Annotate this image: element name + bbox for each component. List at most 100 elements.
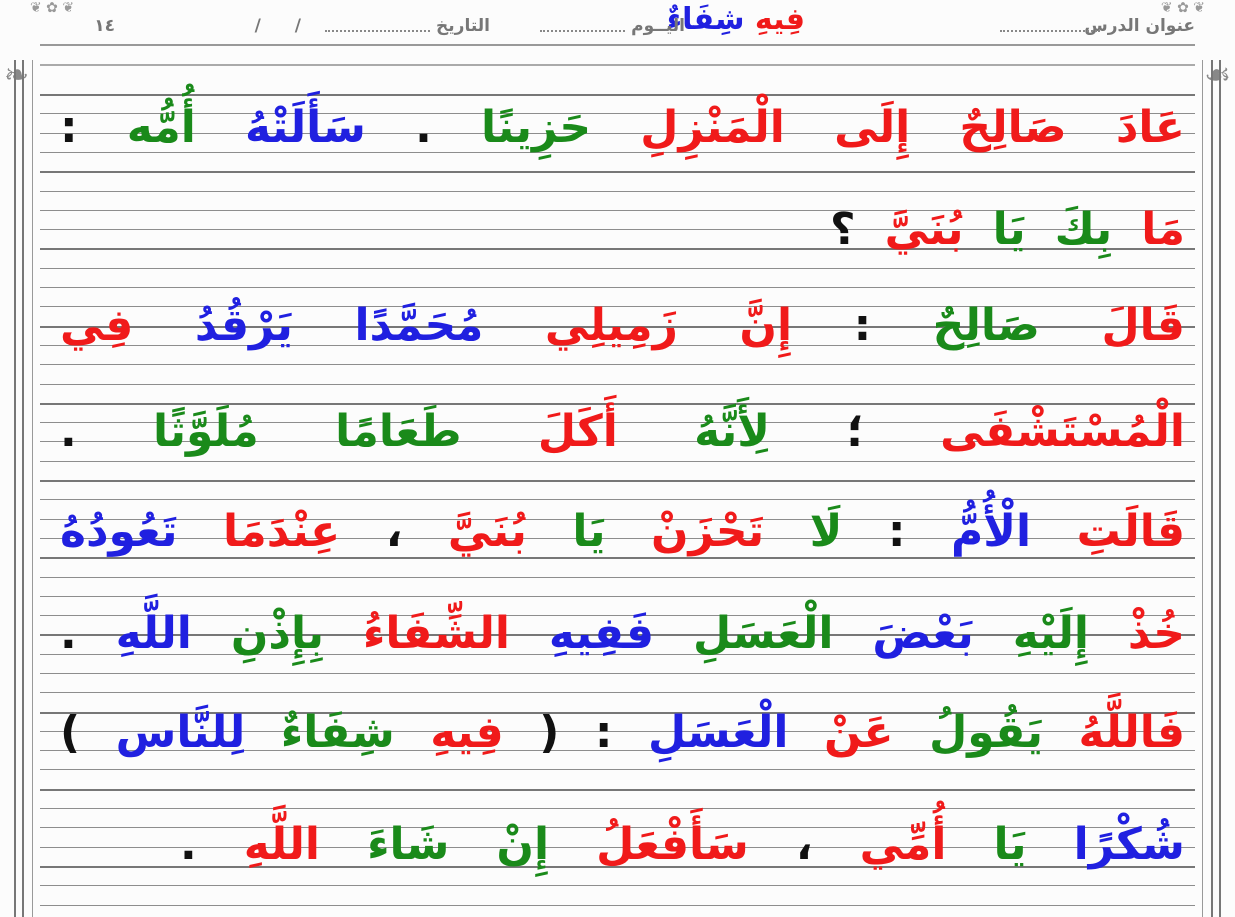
- word: اللَّهِ: [243, 819, 321, 870]
- ruled-line: [40, 287, 1195, 288]
- word: فِي: [60, 300, 134, 351]
- word: ،: [795, 819, 813, 870]
- word: .: [60, 406, 77, 457]
- word: فَاللَّهُ: [1078, 707, 1186, 758]
- ruled-line: [40, 384, 1195, 385]
- word: الْعَسَلِ: [647, 707, 789, 758]
- lesson-title: فِيهِ شِفَاءٌ: [667, 2, 805, 37]
- word: يَا: [993, 819, 1027, 870]
- ruled-line: [40, 885, 1195, 886]
- word: :: [60, 102, 78, 153]
- word: مُلَوَّثًا: [152, 406, 259, 457]
- word: لِلنَّاس: [115, 707, 246, 758]
- word: شَاءَ: [367, 819, 450, 870]
- worksheet-header: عنوان الدرس فِيهِ شِفَاءٌ اليــوم التاري…: [40, 2, 1195, 44]
- word: الشِّفَاءُ: [362, 608, 510, 659]
- word: .: [180, 819, 197, 870]
- text-line: قَالَتِ الْأُمُّ : لَا تَحْزَنْ يَا بُنَ…: [60, 502, 1185, 562]
- word: لَا: [809, 506, 843, 557]
- word: إِلَى: [834, 102, 911, 153]
- word: (: [539, 707, 560, 758]
- word: شُكْرًا: [1073, 819, 1185, 870]
- word: ): [60, 707, 81, 758]
- word: صَالِحٌ: [959, 102, 1067, 153]
- text-line: مَا بِكَ يَا بُنَيَّ ؟: [830, 200, 1185, 260]
- ruled-line: [40, 905, 1195, 906]
- ruled-line: [40, 499, 1195, 500]
- corner-ornament-right: ☙: [1204, 58, 1231, 93]
- word: عَنْ: [823, 707, 894, 758]
- word: خُذْ: [1127, 608, 1185, 659]
- word: أُمُّه: [126, 102, 196, 153]
- word: زَمِيلِي: [544, 300, 678, 351]
- corner-ornament-left: ❧: [4, 58, 30, 93]
- word: الْمَنْزِلِ: [640, 102, 785, 153]
- worksheet-page: ❦ ✿ ❦ ❦ ✿ ❦ عنوان الدرس فِيهِ شِفَاءٌ ال…: [0, 0, 1235, 917]
- date-value: / /: [254, 16, 315, 36]
- day-label: اليــوم: [631, 16, 685, 36]
- lesson-title-label: عنوان الدرس: [1084, 16, 1195, 36]
- frame-right-inner-rule: [1202, 60, 1203, 917]
- word: ؟: [830, 204, 856, 255]
- word: .: [415, 102, 432, 153]
- text-line: شُكْرًا يَا أُمِّي ، سَأَفْعَلُ إِنْ شَا…: [180, 815, 1185, 875]
- ruled-line: [40, 596, 1195, 597]
- date-dotted-line: [325, 30, 430, 32]
- ruled-line: [40, 769, 1195, 770]
- frame-left-border: [14, 60, 24, 917]
- word: صَالِحٌ: [932, 300, 1040, 351]
- year-value: ١٤: [94, 16, 115, 36]
- frame-left-inner-rule: [32, 60, 33, 917]
- text-line: الْمُسْتَشْفَى ؛ لِأَنَّهُ أَكَلَ طَعَام…: [60, 402, 1185, 462]
- word: .: [60, 608, 77, 659]
- ruled-line: [40, 191, 1195, 192]
- word: ؛: [846, 406, 864, 457]
- word: الْعَسَلِ: [692, 608, 834, 659]
- word: عِنْدَمَا: [223, 506, 341, 557]
- text-line: خُذْ إِلَيْهِ بَعْضَ الْعَسَلِ فَفِيهِ ا…: [60, 604, 1185, 664]
- word: مَا: [1141, 204, 1185, 255]
- word: قَالَتِ: [1076, 506, 1186, 557]
- word: فَفِيهِ: [548, 608, 655, 659]
- word: إِنَّ: [739, 300, 793, 351]
- word: يَا: [992, 204, 1026, 255]
- word: طَعَامًا: [335, 406, 462, 457]
- word: بُنَيَّ: [884, 204, 964, 255]
- word: قَالَ: [1101, 300, 1185, 351]
- ruled-line: [40, 480, 1195, 482]
- ruled-line: [40, 673, 1195, 674]
- header-divider: [40, 44, 1195, 46]
- word: بَعْضَ: [872, 608, 974, 659]
- date-label: التاريخ: [436, 16, 490, 36]
- ruled-line: [40, 94, 1195, 96]
- word: لِأَنَّهُ: [694, 406, 771, 457]
- word: حَزِينًا: [481, 102, 592, 153]
- text-line: فَاللَّهُ يَقُولُ عَنْ الْعَسَلِ : ( فِي…: [60, 703, 1185, 763]
- word: بُنَيَّ: [447, 506, 527, 557]
- word: مُحَمَّدًا: [354, 300, 484, 351]
- word: إِلَيْهِ: [1012, 608, 1089, 659]
- word: فِيهِ: [430, 707, 504, 758]
- word: أَكَلَ: [537, 406, 618, 457]
- word: يَقُولُ: [929, 707, 1044, 758]
- word: بِكَ: [1054, 204, 1113, 255]
- word: سَأَلَتْهُ: [244, 102, 366, 153]
- frame-right-border: [1211, 60, 1221, 917]
- word: شِفَاءٌ: [280, 707, 395, 758]
- day-dotted-line: [540, 30, 625, 32]
- lesson-title-dotted-line: [1000, 30, 1100, 32]
- frame-top-border: [40, 64, 1195, 66]
- word: :: [853, 300, 872, 351]
- word: اللَّهِ: [115, 608, 192, 659]
- word: يَرْقُدُ: [194, 300, 293, 351]
- word: الْمُسْتَشْفَى: [940, 406, 1185, 457]
- word: بِإِذْنِ: [230, 608, 324, 659]
- word: :: [887, 506, 906, 557]
- ruled-line: [40, 171, 1195, 173]
- text-line: قَالَ صَالِحٌ : إِنَّ زَمِيلِي مُحَمَّدً…: [60, 296, 1185, 356]
- word: تَعُودُهُ: [60, 506, 178, 557]
- word: إِنْ: [496, 819, 550, 870]
- word: سَأَفْعَلُ: [596, 819, 749, 870]
- word: تَحْزَنْ: [650, 506, 765, 557]
- word: ،: [385, 506, 403, 557]
